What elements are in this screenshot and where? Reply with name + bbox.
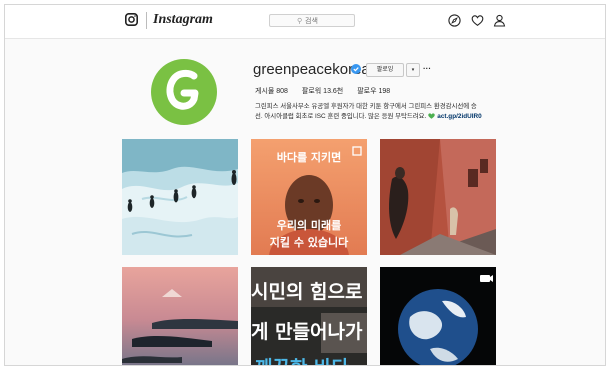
more-options-button[interactable]: ··· [423, 63, 431, 75]
profile-avatar[interactable]: G [151, 59, 217, 125]
post-thumbnail[interactable]: 시민의 힘으로 게 만들어나가 깨끗한 바다 [251, 267, 367, 365]
logo-divider [146, 12, 147, 29]
search-input[interactable] [305, 16, 350, 25]
instagram-camera-icon[interactable] [125, 13, 138, 26]
profile-bio: 그린피스 서울사무소 유공엘 후원자가 대한 키툰 항구에서 그린피스 환경감시… [255, 102, 515, 122]
compass-icon[interactable] [448, 14, 461, 27]
bio-line-2-text: 선. 아시아클럽 회초로 ISC 훈련 중입니다. 많은 응원 부탁드려요. [255, 113, 427, 120]
penguins-on-ice-image [122, 139, 238, 255]
verified-badge-icon [351, 64, 361, 74]
bio-line-1: 그린피스 서울사무소 유공엘 후원자가 대한 키툰 항구에서 그린피스 환경감시… [255, 103, 477, 110]
post-overlay-text: 게 만들어나가 [251, 321, 363, 343]
post-thumbnail[interactable]: 바다를 지키면 우리의 미래를 지킬 수 있습니다 [251, 139, 367, 255]
posts-count: 게시물 808 [255, 88, 288, 95]
red-wall-street-image [380, 139, 496, 255]
post-overlay-text: 깨끗한 바다 [255, 353, 367, 365]
green-heart-icon [428, 113, 436, 119]
search-icon: ⚲ [297, 18, 303, 25]
search-box[interactable]: ⚲ [269, 14, 355, 27]
post-thumbnail[interactable] [380, 139, 496, 255]
sea-landscape-image [122, 267, 238, 365]
bio-link[interactable]: act.gp/2idUIR0 [437, 113, 481, 120]
post-thumbnail[interactable] [122, 267, 238, 365]
instagram-wordmark[interactable]: Instagram [153, 12, 213, 28]
post-overlay-text: 우리의 미래를 [276, 219, 342, 232]
post-thumbnail[interactable] [380, 267, 496, 365]
person-icon[interactable] [493, 14, 506, 27]
top-navigation-bar: Instagram ⚲ [5, 5, 605, 39]
bio-line-2: 선. 아시아클럽 회초로 ISC 훈련 중입니다. 많은 응원 부탁드려요. ac… [255, 112, 515, 122]
suggestions-dropdown-button[interactable]: ▾ [406, 63, 420, 77]
following-count[interactable]: 팔로우 198 [357, 88, 390, 95]
post-overlay-text: 바다를 지키면 [276, 151, 342, 164]
earth-from-space-image [380, 267, 496, 365]
post-overlay-text: 지킬 수 있습니다 [269, 236, 349, 249]
heart-icon[interactable] [471, 14, 484, 27]
post-overlay-text: 시민의 힘으로 [251, 281, 363, 303]
followers-count[interactable]: 팔로워 13.6천 [302, 88, 343, 95]
browser-viewport: Instagram ⚲ G greenpeacekorea 팔로잉 ▾ ··· … [4, 4, 606, 366]
following-button[interactable]: 팔로잉 [366, 63, 404, 77]
post-thumbnail[interactable] [122, 139, 238, 255]
greenpeace-g-logo: G [166, 69, 199, 110]
profile-stats: 게시물 808 팔로워 13.6천 팔로우 198 [255, 86, 402, 96]
